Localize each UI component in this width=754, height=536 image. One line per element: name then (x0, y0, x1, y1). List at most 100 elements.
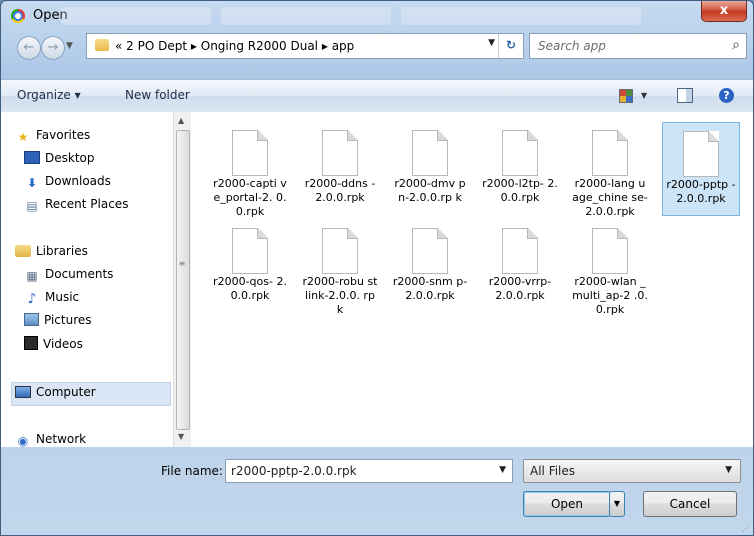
breadcrumb-item-app[interactable]: app (332, 39, 355, 53)
nav-libraries[interactable]: Libraries (15, 244, 88, 264)
background-tab (401, 7, 641, 25)
file-name-value: r2000-pptp-2.0.0.rpk (231, 464, 357, 478)
nav-pictures[interactable]: Pictures (24, 313, 92, 333)
forward-button[interactable]: → (41, 36, 65, 60)
nav-computer[interactable]: Computer (15, 385, 96, 405)
star-icon: ★ (17, 130, 29, 144)
file-item[interactable]: r2000-wlan _multi_ap-2 .0.0.rpk (572, 220, 648, 316)
change-view-icon[interactable] (619, 89, 633, 103)
navigation-bar: ← → ▼ « 2 PO Dept ▸ Onging R2000 Dual ▸ … (1, 31, 753, 77)
file-icon (683, 131, 719, 177)
file-item[interactable]: r2000-vrrp- 2.0.0.rpk (482, 220, 558, 312)
file-name: r2000-robu stlink-2.0.0. rpk (302, 275, 378, 316)
file-name: r2000-qos- 2.0.0.rpk (213, 275, 287, 302)
cancel-button[interactable]: Cancel (643, 491, 737, 517)
file-name: r2000-pptp -2.0.0.rpk (666, 178, 736, 205)
recent-locations-dropdown[interactable]: ▼ (66, 41, 73, 51)
close-button[interactable]: x (701, 1, 747, 22)
scrollbar-grip-icon: ≡ (178, 259, 186, 268)
file-name: r2000-vrrp- 2.0.0.rpk (488, 275, 552, 302)
desktop-icon (24, 151, 40, 164)
file-item[interactable]: r2000-l2tp- 2.0.0.rpk (482, 122, 558, 214)
nav-music[interactable]: ♪ Music (24, 290, 80, 310)
file-item[interactable]: r2000-snm p-2.0.0.rpk (392, 220, 468, 312)
videos-icon (24, 336, 38, 350)
file-name: r2000-snm p-2.0.0.rpk (392, 275, 468, 302)
breadcrumb-overflow[interactable]: « (115, 39, 122, 53)
file-item[interactable]: r2000-capti ve_portal-2. 0.0.rpk (212, 122, 288, 218)
chevron-down-icon[interactable]: ▼ (499, 465, 506, 475)
search-placeholder: Search app (538, 39, 606, 53)
breadcrumb-item-po-dept[interactable]: 2 PO Dept (126, 39, 187, 53)
forward-arrow-icon: → (47, 40, 59, 55)
file-icon (412, 228, 448, 274)
file-item[interactable]: r2000-robu stlink-2.0.0. rpk (302, 220, 378, 316)
background-tab (61, 7, 211, 25)
dialog-footer: File name: r2000-pptp-2.0.0.rpk ▼ All Fi… (1, 447, 753, 535)
file-type-select[interactable]: All Files ▼ (523, 459, 741, 483)
navigation-pane: ★ Favorites Desktop ⬇ Downloads ▤ Recent Pl… (1, 112, 173, 448)
preview-pane-icon[interactable] (677, 88, 693, 103)
libraries-icon (15, 245, 31, 257)
help-icon[interactable]: ? (719, 88, 734, 103)
file-icon (232, 130, 268, 176)
title-bar[interactable]: Open x (1, 1, 753, 31)
address-dropdown-icon[interactable]: ▼ (488, 38, 495, 48)
breadcrumb-item-r2000[interactable]: Onging R2000 Dual (201, 39, 318, 53)
file-item[interactable]: r2000-dmv pn-2.0.0.rp k (392, 122, 468, 214)
folder-icon (95, 39, 109, 51)
background-tab (221, 7, 391, 25)
file-item[interactable]: r2000-lang uage_chine se-2.0.0.rpk (572, 122, 648, 218)
nav-documents[interactable]: ▦ Documents (24, 267, 113, 287)
open-options-button[interactable]: ▼ (609, 491, 625, 517)
chevron-down-icon: ▼ (66, 41, 73, 51)
search-icon[interactable]: ⌕ (732, 37, 740, 53)
file-icon (322, 228, 358, 274)
file-icon (412, 130, 448, 176)
file-item[interactable]: r2000-qos- 2.0.0.rpk (212, 220, 288, 312)
scroll-up-icon[interactable]: ▲ (178, 116, 184, 125)
breadcrumb: « 2 PO Dept ▸ Onging R2000 Dual ▸ app (115, 39, 354, 53)
file-name: r2000-l2tp- 2.0.0.rpk (482, 177, 558, 204)
organize-menu-button[interactable]: Organize ▾ (17, 88, 81, 102)
navigation-scrollbar[interactable]: ▲ ≡ ▼ (173, 112, 191, 447)
new-folder-button[interactable]: New folder (125, 88, 190, 102)
documents-icon: ▦ (26, 269, 38, 283)
file-icon (592, 228, 628, 274)
nav-desktop[interactable]: Desktop (24, 151, 95, 171)
close-icon: x (719, 3, 729, 18)
file-item[interactable]: r2000-ddns -2.0.0.rpk (302, 122, 378, 214)
nav-favorites[interactable]: ★ Favorites (15, 128, 91, 148)
file-name-input[interactable]: r2000-pptp-2.0.0.rpk ▼ (225, 459, 513, 483)
breadcrumb-separator-icon[interactable]: ▸ (191, 39, 197, 53)
file-icon (502, 228, 538, 274)
open-button[interactable]: Open (523, 491, 611, 517)
nav-downloads[interactable]: ⬇ Downloads (24, 174, 111, 194)
scroll-down-icon[interactable]: ▼ (178, 432, 184, 441)
file-icon (592, 130, 628, 176)
view-options-chevron-icon[interactable]: ▼ (641, 91, 647, 100)
nav-recent-places[interactable]: ▤ Recent Places (24, 197, 128, 217)
back-arrow-icon: ← (23, 40, 35, 55)
scrollbar-thumb[interactable] (176, 130, 190, 430)
back-button[interactable]: ← (17, 36, 41, 60)
chevron-down-icon[interactable]: ▼ (725, 465, 732, 475)
search-input[interactable]: Search app ⌕ (529, 33, 747, 59)
breadcrumb-separator-icon[interactable]: ▸ (322, 39, 328, 53)
file-name: r2000-ddns -2.0.0.rpk (304, 177, 376, 204)
file-name: r2000-capti ve_portal-2. 0.0.rpk (213, 177, 287, 218)
address-bar[interactable]: « 2 PO Dept ▸ Onging R2000 Dual ▸ app ▼ … (86, 33, 524, 59)
resize-grip-icon[interactable]: ⋰ (742, 525, 750, 533)
music-icon: ♪ (27, 291, 37, 307)
network-icon: ◉ (17, 434, 29, 448)
nav-videos[interactable]: Videos (24, 336, 83, 356)
file-name: r2000-wlan _multi_ap-2 .0.0.rpk (572, 275, 648, 316)
file-item-selected[interactable]: r2000-pptp -2.0.0.rpk (662, 122, 740, 216)
refresh-icon[interactable]: ↻ (498, 34, 523, 58)
content-area: ★ Favorites Desktop ⬇ Downloads ▤ Recent Pl… (1, 112, 753, 448)
file-name: r2000-dmv pn-2.0.0.rp k (394, 177, 466, 204)
recent-places-icon: ▤ (26, 199, 38, 213)
downloads-icon: ⬇ (26, 176, 38, 190)
command-bar: Organize ▾ New folder ▼ ? (1, 79, 753, 113)
file-icon (502, 130, 538, 176)
